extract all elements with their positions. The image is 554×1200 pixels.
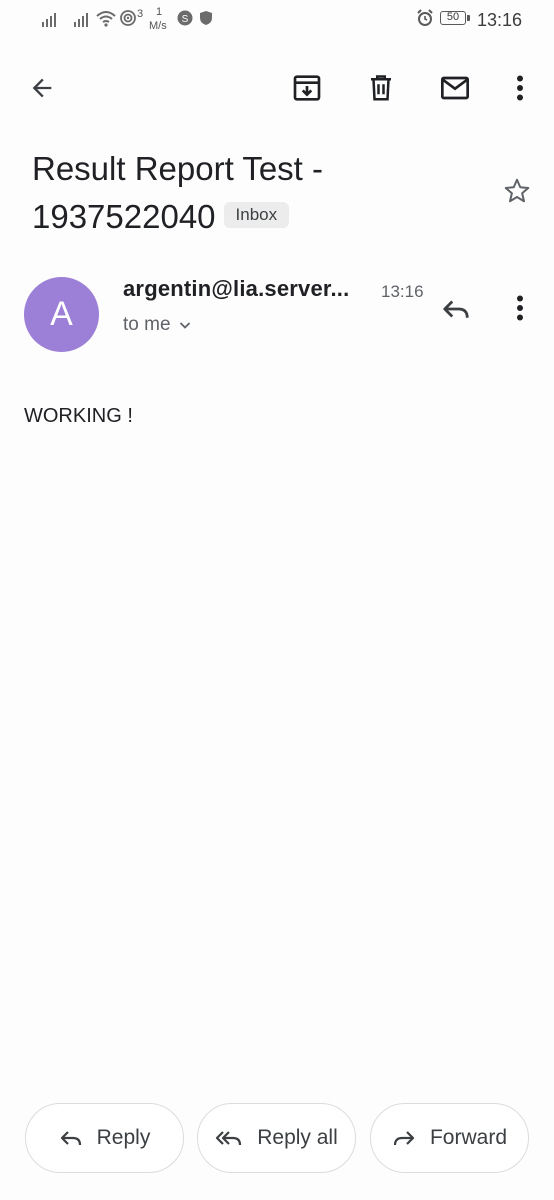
- reply-label: Reply: [96, 1126, 151, 1149]
- network-speed-unit: M/s: [149, 20, 167, 32]
- reply-all-label: Reply all: [257, 1126, 338, 1149]
- reply-all-icon: [216, 1131, 242, 1146]
- star-button[interactable]: [493, 167, 541, 215]
- reply-icon-button[interactable]: [432, 285, 480, 333]
- trash-icon: [371, 75, 391, 101]
- email-body: WORKING !: [24, 405, 133, 427]
- email-subject: Result Report Test - 1937522040 Inbox: [32, 145, 472, 241]
- svg-text:S: S: [182, 14, 189, 25]
- more-vert-icon: [517, 295, 523, 321]
- back-button[interactable]: [18, 64, 66, 112]
- recipient-details-toggle[interactable]: to me: [123, 314, 193, 336]
- alarm-icon: [417, 9, 433, 26]
- archive-button[interactable]: [283, 64, 331, 112]
- forward-label: Forward: [429, 1126, 508, 1149]
- hotspot-icon: [120, 10, 136, 26]
- more-options-button[interactable]: [496, 64, 544, 112]
- delete-button[interactable]: [357, 64, 405, 112]
- signal-2-icon: [74, 11, 88, 27]
- status-time: 13:16: [476, 10, 522, 30]
- avatar-initial: A: [50, 295, 73, 333]
- wifi-icon: [96, 11, 116, 27]
- forward-icon: [393, 1131, 415, 1146]
- inbox-label-chip[interactable]: Inbox: [223, 202, 290, 229]
- reply-icon: [60, 1131, 81, 1146]
- network-speed-value: 1: [156, 6, 163, 18]
- notification-s-icon: S: [177, 10, 193, 26]
- signal-1-icon: [42, 11, 56, 27]
- mark-unread-button[interactable]: [431, 64, 479, 112]
- sender-avatar[interactable]: A: [24, 277, 99, 352]
- archive-icon: [293, 75, 321, 101]
- battery-level: 50: [446, 11, 460, 23]
- shield-icon: [200, 11, 212, 25]
- message-more-button[interactable]: [496, 284, 544, 332]
- recipient-text: to me: [123, 314, 171, 335]
- chevron-down-icon: [179, 322, 190, 329]
- more-vert-icon: [517, 75, 523, 101]
- back-icon: [32, 78, 52, 98]
- battery-icon: 50: [440, 11, 470, 25]
- reply-button[interactable]: Reply: [25, 1103, 184, 1173]
- forward-button[interactable]: Forward: [370, 1103, 529, 1173]
- reply-all-button[interactable]: Reply all: [197, 1103, 356, 1173]
- star-icon: [504, 178, 530, 203]
- mail-icon: [441, 76, 469, 100]
- status-bar: 3 1 M/s S 50 13:16: [0, 0, 554, 40]
- sender-name[interactable]: argentin@lia.server...: [123, 276, 349, 302]
- email-time: 13:16: [381, 282, 424, 301]
- reply-icon: [443, 300, 469, 318]
- hotspot-count: 3: [137, 8, 144, 20]
